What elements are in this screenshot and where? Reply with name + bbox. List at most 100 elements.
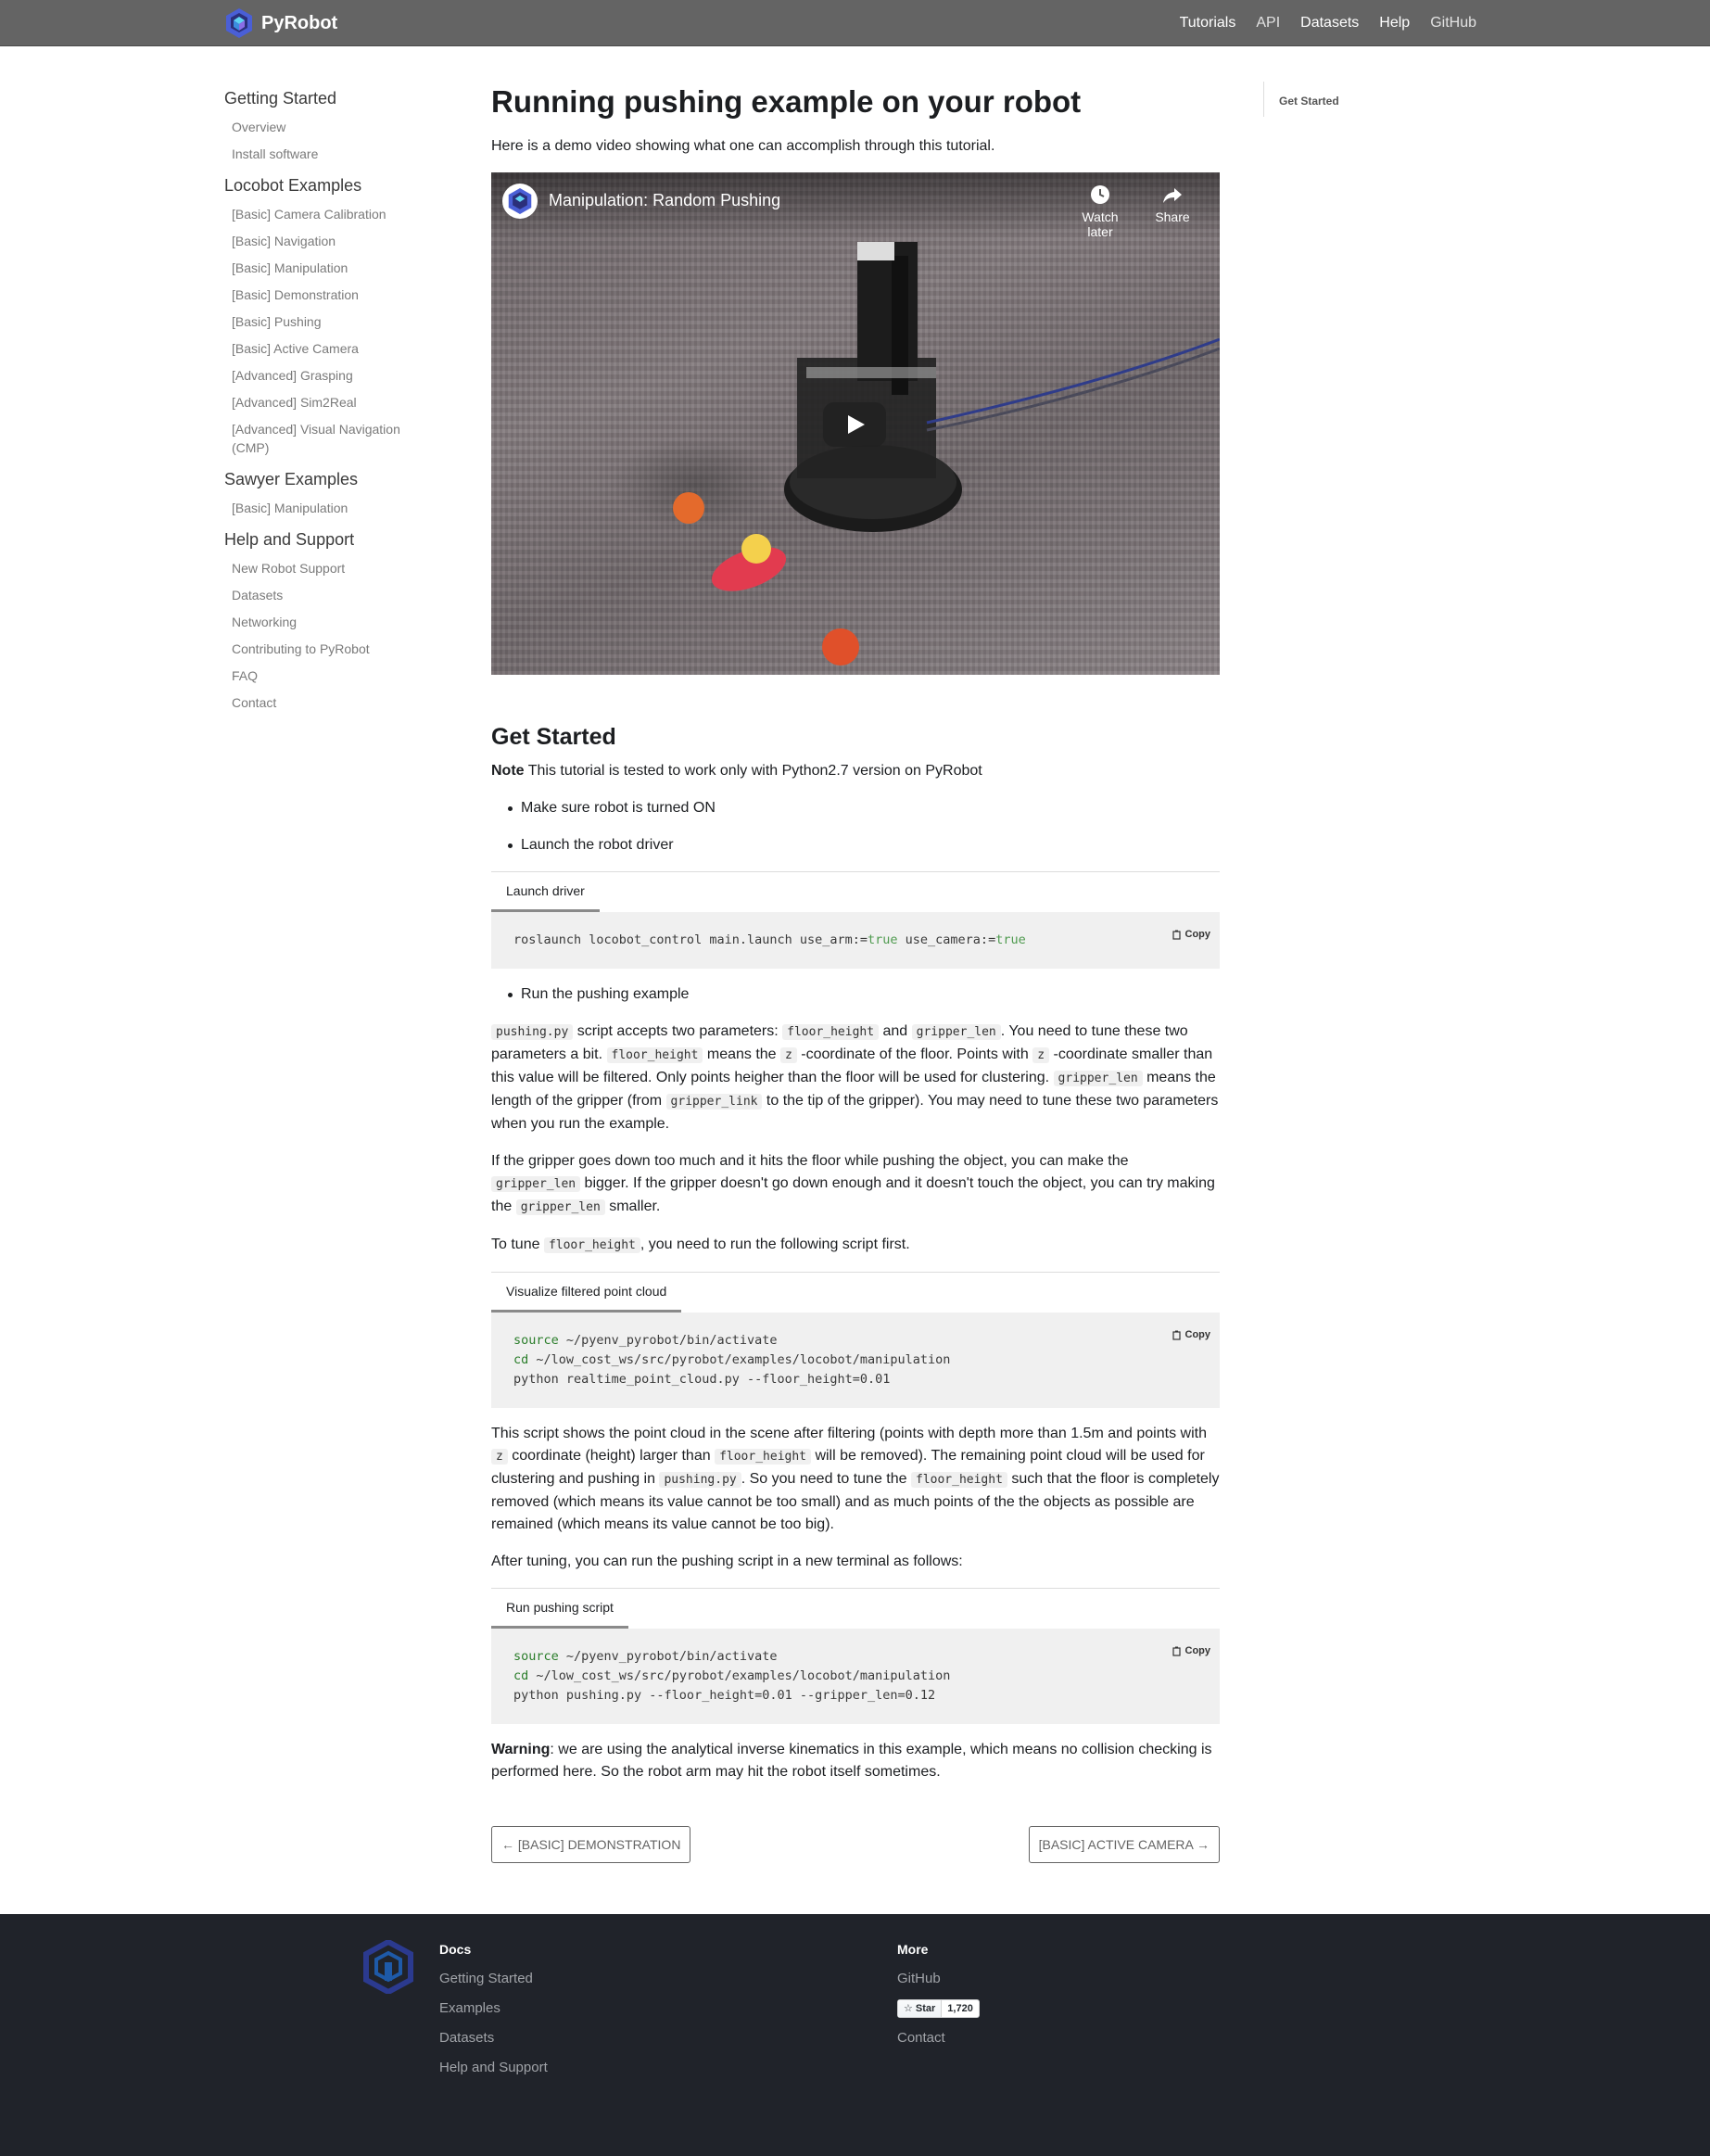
code-tabs: Launch driver <box>491 871 1220 913</box>
star-label: Star <box>915 2002 936 2014</box>
text: This script shows the point cloud in the… <box>491 1426 1207 1441</box>
inline-code: pushing.py <box>659 1472 741 1488</box>
copy-button[interactable]: Copy <box>1172 1642 1211 1661</box>
sidebar-item-pushing[interactable]: [Basic] Pushing <box>224 312 410 331</box>
point-cloud-paragraph: This script shows the point cloud in the… <box>491 1423 1220 1536</box>
nav-tutorials[interactable]: Tutorials <box>1180 15 1236 32</box>
prev-page-button[interactable]: ← [BASIC] DEMONSTRATION <box>491 1826 691 1863</box>
sidebar-group-getting-started: Getting Started Overview Install softwar… <box>224 89 410 163</box>
text: To tune <box>491 1237 544 1252</box>
watch-later-button[interactable]: Watch later <box>1068 184 1133 239</box>
copy-button[interactable]: Copy <box>1172 1325 1210 1345</box>
sidebar-item-sawyer-manipulation[interactable]: [Basic] Manipulation <box>224 499 410 517</box>
star-icon: ☆ <box>904 2003 913 2014</box>
watch-later-label: Watch later <box>1082 209 1119 239</box>
code-text: ~/pyenv_pyrobot/bin/activate <box>558 1333 778 1348</box>
sidebar-item-contact[interactable]: Contact <box>224 693 410 712</box>
share-button[interactable]: Share <box>1140 184 1205 224</box>
sidebar-item-networking[interactable]: Networking <box>224 613 410 631</box>
copy-label: Copy <box>1184 929 1211 940</box>
tab-visualize-point-cloud[interactable]: Visualize filtered point cloud <box>491 1273 682 1313</box>
sidebar-item-grasping[interactable]: [Advanced] Grasping <box>224 366 410 385</box>
clock-icon <box>1091 185 1109 204</box>
steps-list: Make sure robot is turned ON Launch the … <box>491 797 1220 856</box>
footer-link-datasets[interactable]: Datasets <box>439 2029 548 2048</box>
sidebar-item-install-software[interactable]: Install software <box>224 145 410 163</box>
sidebar-item-overview[interactable]: Overview <box>224 118 410 136</box>
warning-label: Warning <box>491 1742 551 1757</box>
sidebar-group-title: Help and Support <box>224 530 355 549</box>
nav-api[interactable]: API <box>1256 15 1280 32</box>
inline-code: pushing.py <box>491 1024 574 1040</box>
footer-link-contact[interactable]: Contact <box>897 2029 980 2048</box>
sidebar-item-faq[interactable]: FAQ <box>224 666 410 685</box>
text: means the <box>703 1046 781 1062</box>
sidebar-item-sim2real[interactable]: [Advanced] Sim2Real <box>224 393 410 412</box>
code-tabs: Run pushing script <box>491 1588 1220 1630</box>
next-page-button[interactable]: [BASIC] ACTIVE CAMERA → <box>1028 1826 1220 1863</box>
footer-link-help-support[interactable]: Help and Support <box>439 2059 548 2077</box>
brand-link[interactable]: PyRobot <box>224 6 337 40</box>
footer-link-getting-started[interactable]: Getting Started <box>439 1970 548 1988</box>
code-text: roslaunch locobot_control main.launch us… <box>513 932 868 947</box>
nav-help[interactable]: Help <box>1379 15 1410 32</box>
sidebar-item-navigation[interactable]: [Basic] Navigation <box>224 232 410 250</box>
sidebar-item-camera-calibration[interactable]: [Basic] Camera Calibration <box>224 205 410 223</box>
star-count: 1,720 <box>947 2002 973 2014</box>
sidebar-item-manipulation[interactable]: [Basic] Manipulation <box>224 259 410 277</box>
code-text: python pushing.py --floor_height=0.01 --… <box>513 1688 936 1703</box>
tab-launch-driver[interactable]: Launch driver <box>491 872 600 913</box>
star-label-box: ☆ Star <box>898 1999 943 2017</box>
list-item: Launch the robot driver <box>508 834 1220 856</box>
sidebar-item-demonstration[interactable]: [Basic] Demonstration <box>224 285 410 304</box>
pyrobot-logo-icon <box>508 188 532 214</box>
text: , you need to run the following script f… <box>640 1237 910 1252</box>
sidebar-group-sawyer: Sawyer Examples [Basic] Manipulation <box>224 470 410 517</box>
page-title: Running pushing example on your robot <box>491 84 1082 119</box>
note-text: This tutorial is tested to work only wit… <box>524 763 982 779</box>
top-navbar: PyRobot Tutorials API Datasets Help GitH… <box>0 0 1710 46</box>
footer-link-examples[interactable]: Examples <box>439 1999 548 2018</box>
text: script accepts two parameters: <box>573 1023 783 1039</box>
main-content: Running pushing example on your robot He… <box>491 82 1220 1863</box>
nav-datasets[interactable]: Datasets <box>1300 15 1359 32</box>
tune-paragraph: To tune floor_height, you need to run th… <box>491 1234 1220 1257</box>
github-star-button[interactable]: ☆ Star 1,720 <box>897 1998 980 2018</box>
nav-github[interactable]: GitHub <box>1430 15 1476 32</box>
text: smaller. <box>604 1198 661 1214</box>
sidebar-item-datasets[interactable]: Datasets <box>224 586 410 604</box>
sidebar-group-title: Sawyer Examples <box>224 470 359 488</box>
code-text: ~/low_cost_ws/src/pyrobot/examples/locob… <box>528 1668 951 1683</box>
video-title[interactable]: Manipulation: Random Pushing <box>549 191 780 210</box>
sidebar-group-help: Help and Support New Robot Support Datas… <box>224 530 410 712</box>
after-tuning-paragraph: After tuning, you can run the pushing sc… <box>491 1554 963 1569</box>
inline-code: floor_height <box>715 1449 811 1465</box>
share-label: Share <box>1155 209 1190 224</box>
code-text: use_camera:= <box>897 932 996 947</box>
sidebar-item-active-camera[interactable]: [Basic] Active Camera <box>224 339 410 358</box>
play-button[interactable] <box>823 402 886 447</box>
video-player[interactable]: Manipulation: Random Pushing Watch later… <box>491 172 1220 675</box>
code-block-visualize: source ~/pyenv_pyrobot/bin/activate cd ~… <box>491 1313 1220 1408</box>
text: coordinate (height) larger than <box>507 1448 716 1464</box>
toc-item-get-started[interactable]: Get Started <box>1279 95 1339 108</box>
inline-code: gripper_link <box>665 1094 763 1110</box>
code-literal: true <box>995 932 1026 947</box>
code-tabs: Visualize filtered point cloud <box>491 1272 1220 1313</box>
channel-avatar[interactable] <box>502 184 538 219</box>
docs-sidebar: Getting Started Overview Install softwar… <box>224 89 410 725</box>
list-item: Make sure robot is turned ON <box>508 797 1220 819</box>
footer-logo-icon[interactable] <box>363 1940 413 1994</box>
code-text: ~/pyenv_pyrobot/bin/activate <box>558 1649 778 1664</box>
copy-label: Copy <box>1184 1645 1211 1656</box>
tab-run-pushing-script[interactable]: Run pushing script <box>491 1589 628 1630</box>
sidebar-item-visual-navigation[interactable]: [Advanced] Visual Navigation (CMP) <box>224 420 410 457</box>
copy-button[interactable]: Copy <box>1172 925 1211 945</box>
clipboard-icon <box>1172 1646 1181 1656</box>
sidebar-item-new-robot-support[interactable]: New Robot Support <box>224 559 410 577</box>
footer-link-github[interactable]: GitHub <box>897 1970 980 1988</box>
sidebar-group-locobot: Locobot Examples [Basic] Camera Calibrat… <box>224 176 410 457</box>
footer-more-title: More <box>897 1942 929 1957</box>
sidebar-item-contributing[interactable]: Contributing to PyRobot <box>224 640 410 658</box>
section-title-get-started: Get Started <box>491 724 616 750</box>
